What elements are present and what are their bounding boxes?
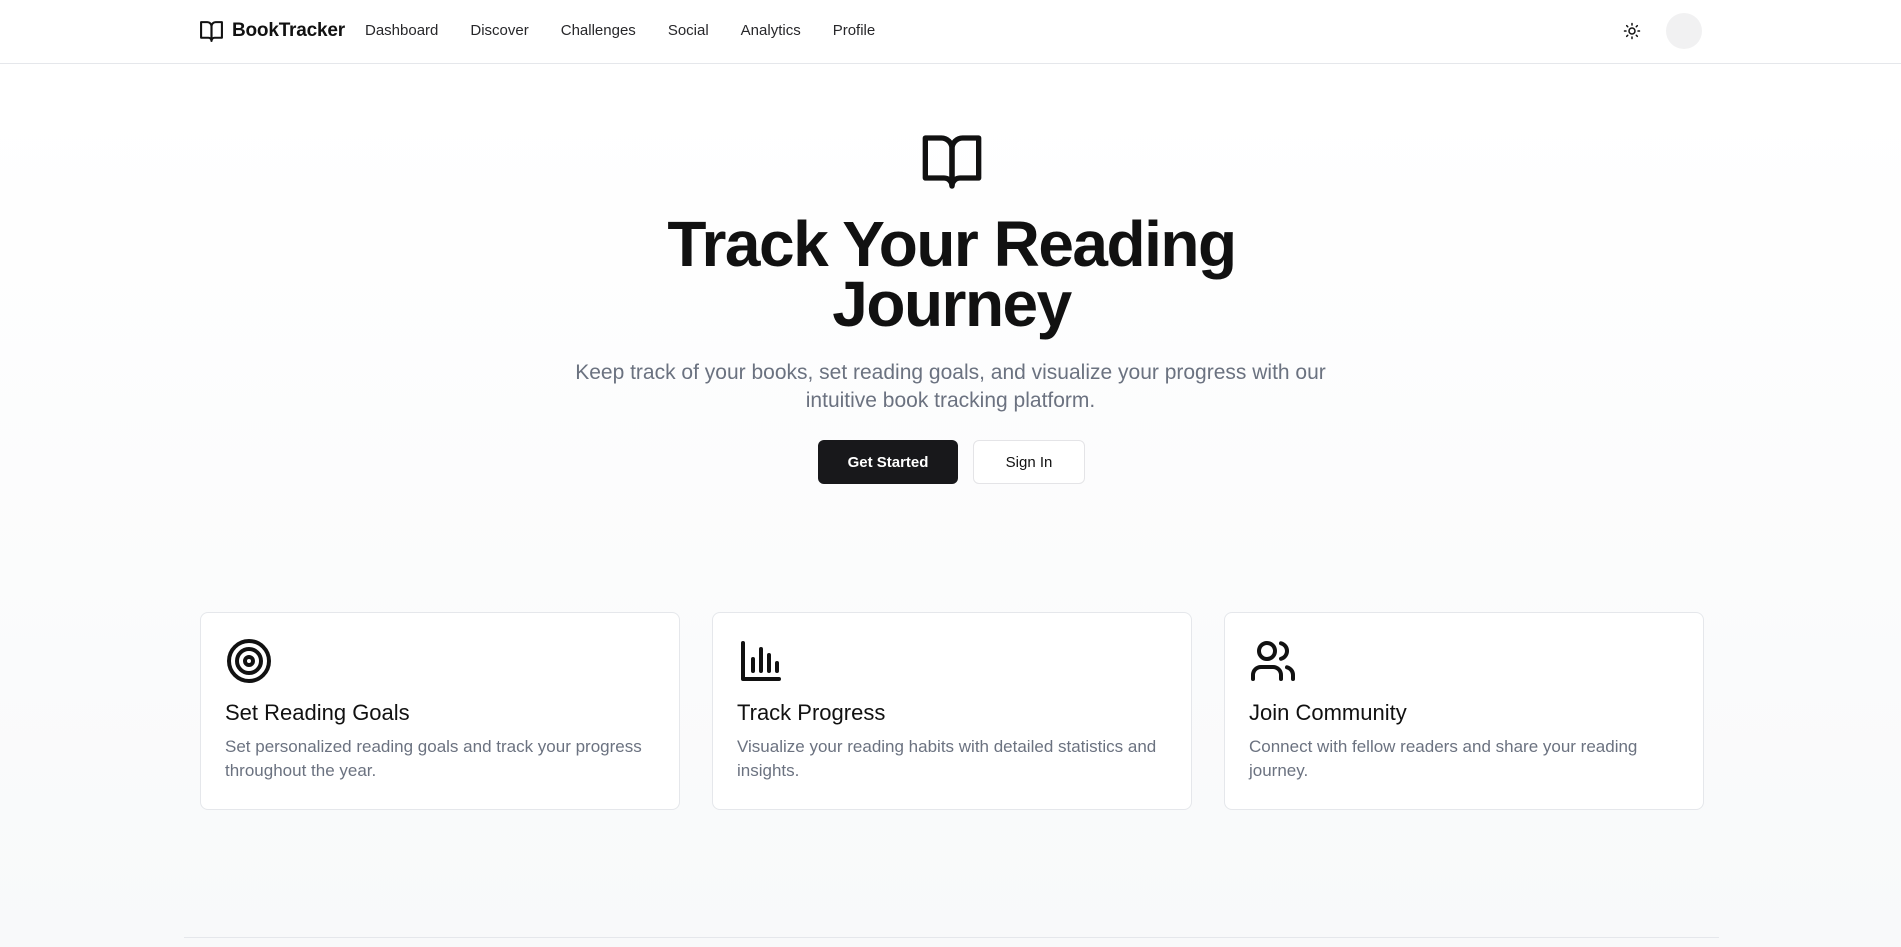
brand-logo-link[interactable]: BookTracker [199,18,345,44]
top-navigation-bar: BookTracker Dashboard Discover Challenge… [0,0,1901,64]
sun-icon [1623,22,1641,40]
users-icon [1251,641,1295,681]
nav-item-dashboard[interactable]: Dashboard [365,20,438,42]
feature-card-reading-goals: Set Reading Goals Set personalized readi… [200,612,680,810]
feature-title: Join Community [1249,700,1407,725]
feature-description: Visualize your reading habits with detai… [737,737,1157,780]
sign-in-button[interactable]: Sign In [973,440,1085,484]
nav-item-challenges[interactable]: Challenges [561,20,636,42]
main-nav: Dashboard Discover Challenges Social Ana… [365,20,907,42]
feature-title: Set Reading Goals [225,700,410,725]
feature-card-join-community: Join Community Connect with fellow reade… [1224,612,1704,810]
nav-item-social[interactable]: Social [668,20,709,42]
book-open-icon [200,20,223,42]
nav-item-profile[interactable]: Profile [833,20,876,42]
nav-item-analytics[interactable]: Analytics [741,20,801,42]
book-open-icon [922,135,982,189]
feature-title: Track Progress [737,700,886,725]
target-icon [227,639,271,683]
theme-toggle-button[interactable] [1616,15,1648,47]
brand-name: BookTracker [232,20,345,41]
avatar[interactable] [1666,13,1702,49]
feature-description: Connect with fellow readers and share yo… [1249,737,1638,780]
hero-title: Track Your Reading Journey [667,208,1237,340]
footer-divider [184,937,1719,938]
hero-subtitle: Keep track of your books, set reading go… [575,361,1326,412]
nav-item-discover[interactable]: Discover [470,20,528,42]
bar-chart-icon [741,641,781,681]
get-started-button[interactable]: Get Started [818,440,958,484]
feature-description: Set personalized reading goals and track… [225,737,642,780]
feature-card-track-progress: Track Progress Visualize your reading ha… [712,612,1192,810]
